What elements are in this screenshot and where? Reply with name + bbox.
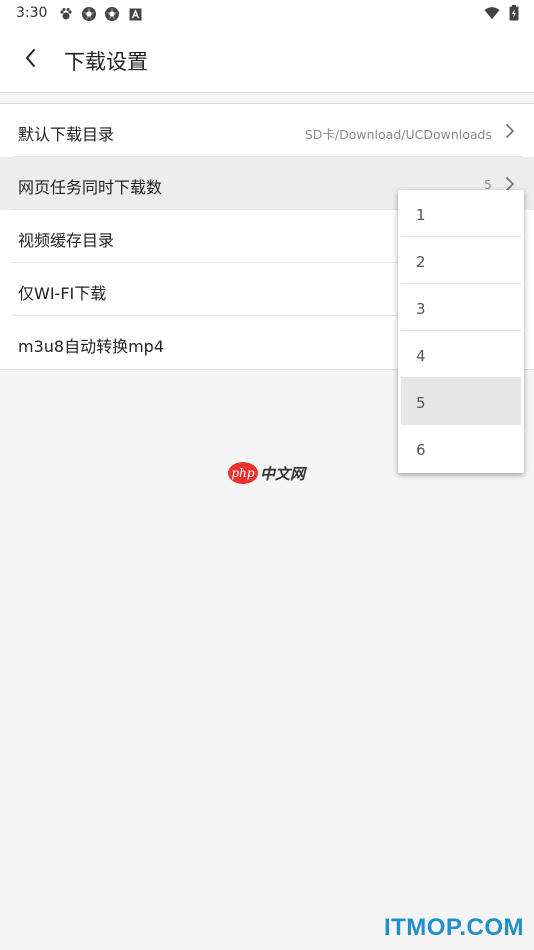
status-notification-icons xyxy=(58,6,143,22)
dropdown-option[interactable]: 4 xyxy=(398,331,524,378)
setting-label: 默认下载目录 xyxy=(18,125,115,144)
status-time: 3:30 xyxy=(16,5,48,21)
battery-icon xyxy=(506,5,522,21)
php-logo: php xyxy=(228,462,258,484)
setting-label: 网页任务同时下载数 xyxy=(18,178,163,197)
setting-default-download-dir[interactable]: 默认下载目录 SD卡/Download/UCDownloads xyxy=(0,104,534,157)
chevron-left-icon xyxy=(24,48,36,72)
dropdown-option[interactable]: 6 xyxy=(398,425,524,472)
php-watermark: php 中文网 xyxy=(228,462,305,484)
option-label: 1 xyxy=(416,206,426,224)
a-box-icon xyxy=(127,6,143,22)
dropdown-option[interactable]: 2 xyxy=(398,237,524,284)
app-bar: 下载设置 xyxy=(0,28,534,93)
setting-label: m3u8自动转换mp4 xyxy=(18,337,165,356)
settings-app-icon xyxy=(104,6,120,22)
settings-app-icon xyxy=(81,6,97,22)
wifi-icon xyxy=(484,5,500,21)
setting-value: SD卡/Download/UCDownloads xyxy=(304,127,492,142)
option-label: 2 xyxy=(416,253,426,271)
option-label: 3 xyxy=(416,300,426,318)
status-bar: 3:30 xyxy=(0,0,534,28)
back-button[interactable] xyxy=(14,44,46,76)
concurrent-downloads-dropdown: 1 2 3 4 5 6 xyxy=(398,190,524,473)
dropdown-option[interactable]: 3 xyxy=(398,284,524,331)
page-title: 下载设置 xyxy=(64,50,148,74)
dropdown-option[interactable]: 1 xyxy=(398,190,524,237)
option-label: 5 xyxy=(416,394,426,412)
status-system-icons xyxy=(484,5,522,21)
option-label: 4 xyxy=(416,347,426,365)
setting-label: 仅WI-FI下载 xyxy=(18,284,107,303)
brand-watermark: ITMOP.COM xyxy=(383,914,524,941)
chevron-right-icon xyxy=(504,123,516,139)
paw-icon xyxy=(58,6,74,22)
option-label: 6 xyxy=(416,441,426,459)
setting-label: 视频缓存目录 xyxy=(18,231,115,250)
dropdown-option-selected[interactable]: 5 xyxy=(398,378,524,425)
watermark-text: 中文网 xyxy=(260,464,306,483)
